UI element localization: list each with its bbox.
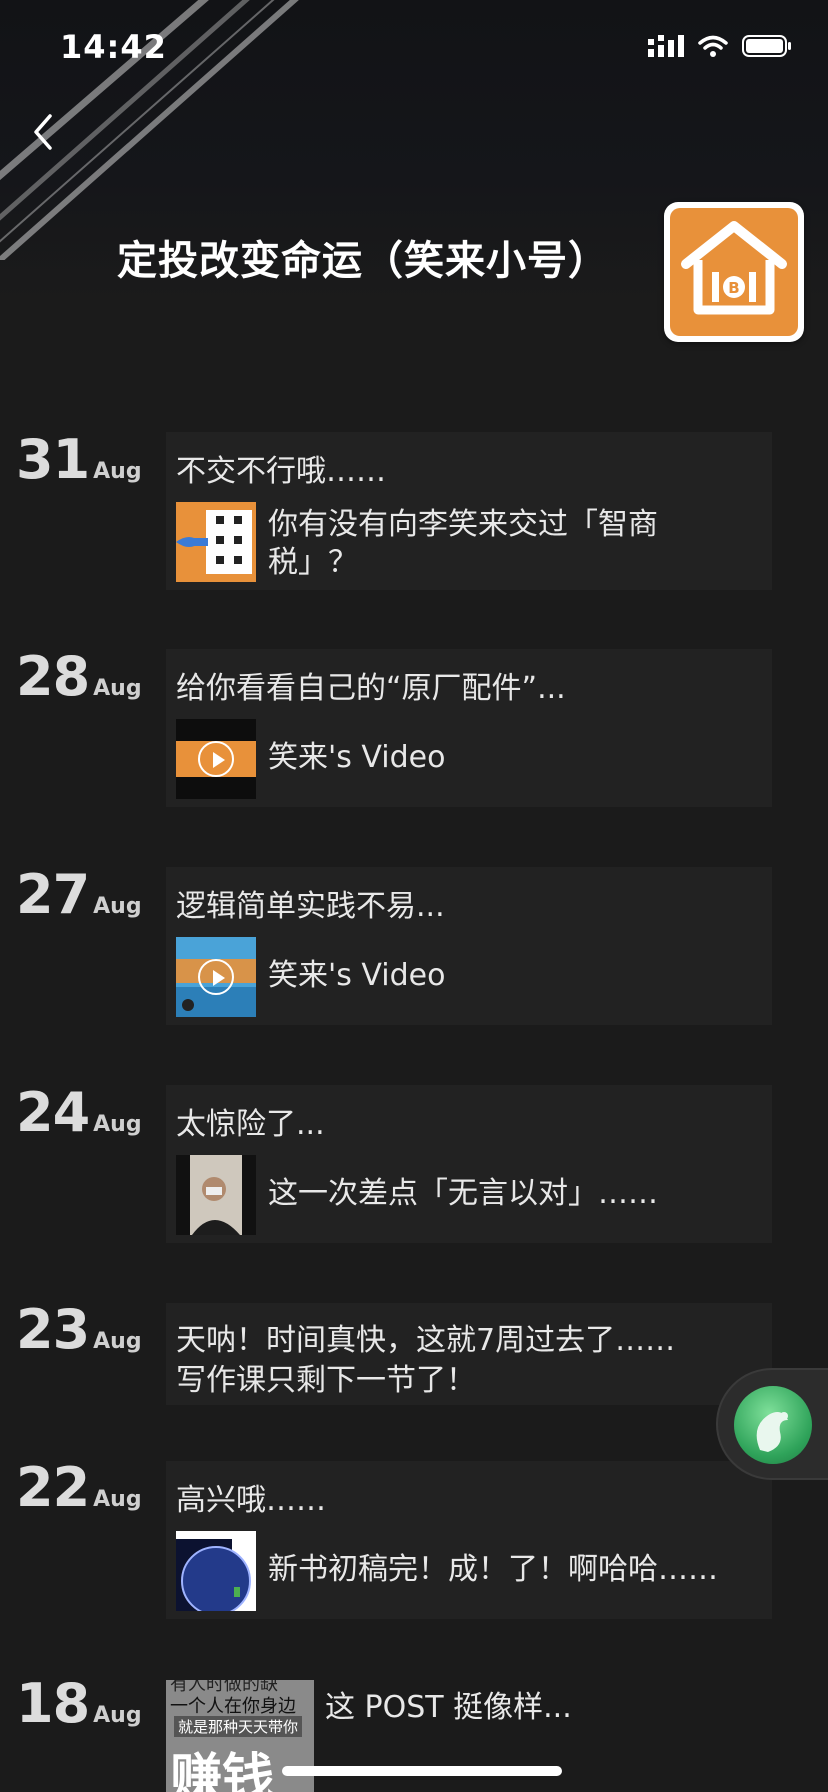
battery-icon (742, 35, 791, 57)
date-day: 23 (16, 1298, 90, 1361)
svg-text:B: B (728, 279, 739, 297)
date-month: Aug (93, 1703, 142, 1728)
article-thumbnail (176, 502, 256, 582)
avatar[interactable]: B (664, 202, 804, 342)
entry-date: 27 Aug (16, 863, 142, 926)
entry-date: 31 Aug (16, 428, 142, 491)
post-card[interactable]: 天呐！时间真快，这就7周过去了…… 写作课只剩下一节了！ (166, 1303, 772, 1405)
home-indicator[interactable] (282, 1766, 562, 1776)
video-thumbnail (176, 937, 256, 1017)
date-day: 24 (16, 1081, 90, 1144)
date-day: 31 (16, 428, 90, 491)
screen: 14:42 定投改变命运（笑来小号） B 31 Aug 不交不行哦…… 你有没有… (0, 0, 828, 1792)
post-caption: 太惊险了... (176, 1107, 325, 1142)
date-day: 28 (16, 645, 90, 708)
back-chevron-icon[interactable] (22, 104, 66, 160)
article-title: 这一次差点「无言以对」…… (268, 1176, 658, 1211)
post-card[interactable]: 逻辑简单实践不易... 笑来's Video (166, 867, 772, 1025)
post-card[interactable]: 太惊险了... 这一次差点「无言以对」…… (166, 1085, 772, 1243)
video-title: 笑来's Video (268, 958, 446, 993)
post-caption: 不交不行哦…… (176, 454, 386, 489)
status-time: 14:42 (60, 28, 167, 66)
date-day: 27 (16, 863, 90, 926)
entry-date: 22 Aug (16, 1456, 142, 1519)
article-title: 新书初稿完！成！了！啊哈哈…… (268, 1552, 718, 1587)
cellular-signal-icon (648, 35, 684, 57)
date-month: Aug (93, 459, 142, 484)
shared-link[interactable]: 你有没有向李笑来交过「智商税」？ (176, 502, 762, 582)
date-month: Aug (93, 676, 142, 701)
post-caption-line2: 写作课只剩下一节了！ (176, 1363, 476, 1398)
post-caption: 给你看看自己的“原厂配件”... (176, 671, 566, 706)
thumb-line: 就是那种天天带你 (174, 1716, 303, 1737)
video-title: 笑来's Video (268, 740, 446, 775)
wifi-icon (698, 35, 728, 57)
post-caption: 高兴哦…… (176, 1483, 326, 1518)
play-icon (198, 741, 234, 777)
floating-bird-icon (734, 1386, 812, 1464)
floating-mini-widget[interactable] (716, 1368, 828, 1480)
entry-date: 23 Aug (16, 1298, 142, 1361)
date-month: Aug (93, 894, 142, 919)
post-caption: 逻辑简单实践不易... (176, 889, 445, 924)
article-thumbnail (176, 1531, 256, 1611)
date-day: 18 (16, 1672, 90, 1735)
post-card[interactable]: 不交不行哦…… 你有没有向李笑来交过「智商税」？ (166, 432, 772, 590)
thumb-line: 赚钱 (170, 1749, 275, 1792)
thumb-line: 一个人在你身边 (170, 1696, 296, 1717)
date-month: Aug (93, 1329, 142, 1354)
article-thumbnail (176, 1155, 256, 1235)
status-icons (648, 34, 792, 58)
shared-link[interactable]: 这一次差点「无言以对」…… (176, 1155, 762, 1235)
shared-video[interactable]: 笑来's Video (176, 719, 762, 799)
entry-date: 24 Aug (16, 1081, 142, 1144)
play-icon (198, 959, 234, 995)
article-title: 你有没有向李笑来交过「智商税」？ (268, 507, 658, 580)
page-title: 定投改变命运（笑来小号） (117, 238, 609, 284)
date-month: Aug (93, 1487, 142, 1512)
date-month: Aug (93, 1112, 142, 1137)
shared-link[interactable]: 新书初稿完！成！了！啊哈哈…… (176, 1531, 762, 1611)
shared-video[interactable]: 笑来's Video (176, 937, 762, 1017)
status-bar: 14:42 (0, 0, 828, 100)
video-thumbnail (176, 719, 256, 799)
image-post-caption: 这 POST 挺像样... (325, 1690, 572, 1725)
house-bitcoin-logo-icon: B (670, 208, 798, 336)
date-day: 22 (16, 1456, 90, 1519)
entry-date: 28 Aug (16, 645, 142, 708)
post-caption: 天呐！时间真快，这就7周过去了…… (176, 1323, 676, 1358)
entry-date: 18 Aug (16, 1672, 142, 1735)
post-card[interactable]: 给你看看自己的“原厂配件”... 笑来's Video (166, 649, 772, 807)
post-card[interactable]: 高兴哦…… 新书初稿完！成！了！啊哈哈…… (166, 1461, 772, 1619)
